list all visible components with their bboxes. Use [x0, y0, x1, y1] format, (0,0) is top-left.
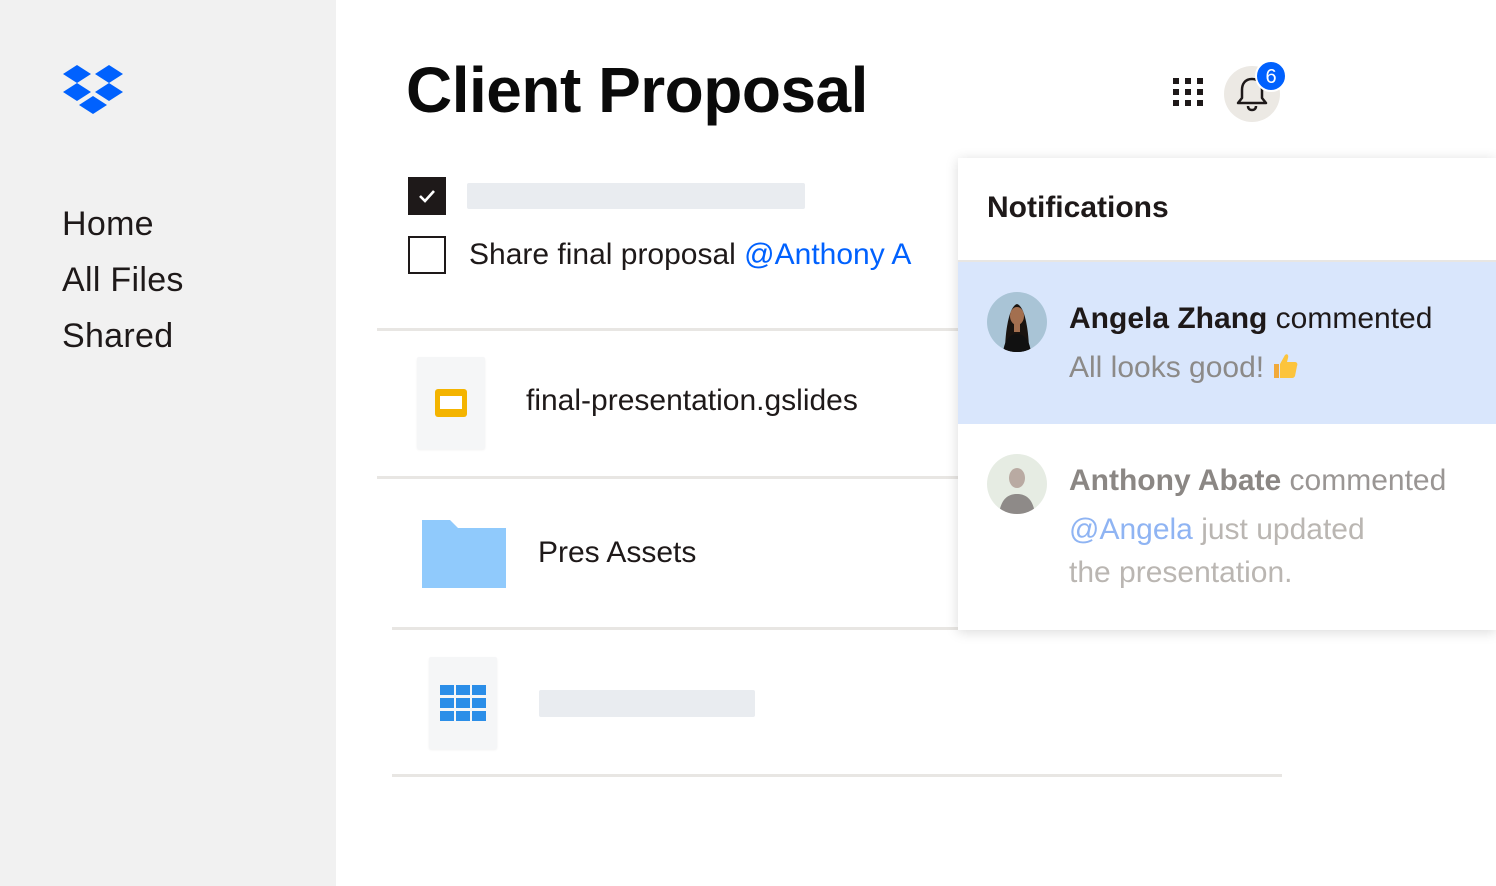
task-item [408, 177, 805, 215]
notification-message: @Angela just updated [1069, 513, 1365, 546]
task-checkbox[interactable] [408, 236, 446, 274]
task-item: Share final proposal @Anthony A [408, 236, 911, 274]
sidebar: Home All Files Shared [0, 0, 336, 886]
page-title: Client Proposal [406, 54, 868, 126]
spreadsheet-icon [440, 685, 486, 721]
thumbs-up-icon [1274, 354, 1298, 378]
folder-name[interactable]: Pres Assets [538, 536, 696, 570]
notifications-panel: Notifications Angela Zhang commented All… [958, 158, 1496, 630]
divider [392, 627, 958, 630]
file-thumbnail[interactable] [417, 357, 485, 449]
notification-title: Anthony Abate commented [1069, 464, 1447, 497]
divider [377, 328, 958, 331]
file-name[interactable]: final-presentation.gslides [526, 384, 858, 418]
notification-title: Angela Zhang commented [1069, 302, 1433, 335]
dropbox-logo[interactable] [62, 64, 124, 116]
divider [377, 476, 958, 479]
notification-item[interactable]: Anthony Abate commented @Angela just upd… [958, 424, 1496, 589]
avatar [987, 292, 1047, 352]
task-text-placeholder [467, 183, 805, 209]
file-name-placeholder [539, 690, 755, 717]
task-text: Share final proposal @Anthony A [469, 238, 912, 271]
file-thumbnail[interactable] [429, 657, 497, 749]
sidebar-item-home[interactable]: Home [62, 196, 184, 252]
slides-icon [435, 389, 467, 417]
sidebar-nav: Home All Files Shared [62, 196, 184, 364]
avatar [987, 454, 1047, 514]
notification-item[interactable]: Angela Zhang commented All looks good! [958, 262, 1496, 424]
notification-count-badge: 6 [1255, 60, 1287, 92]
grid-icon[interactable] [1171, 74, 1205, 108]
divider [392, 774, 1282, 777]
folder-icon[interactable] [420, 518, 508, 590]
checkmark-icon [419, 190, 435, 203]
task-checkbox-checked[interactable] [408, 177, 446, 215]
sidebar-item-all-files[interactable]: All Files [62, 252, 184, 308]
notification-message: All looks good! [1069, 351, 1300, 385]
notification-message-continued: the presentation. [1069, 556, 1293, 589]
mention-link[interactable]: @Anthony A [744, 238, 911, 271]
notifications-title: Notifications [958, 158, 1496, 262]
sidebar-item-shared[interactable]: Shared [62, 308, 184, 364]
